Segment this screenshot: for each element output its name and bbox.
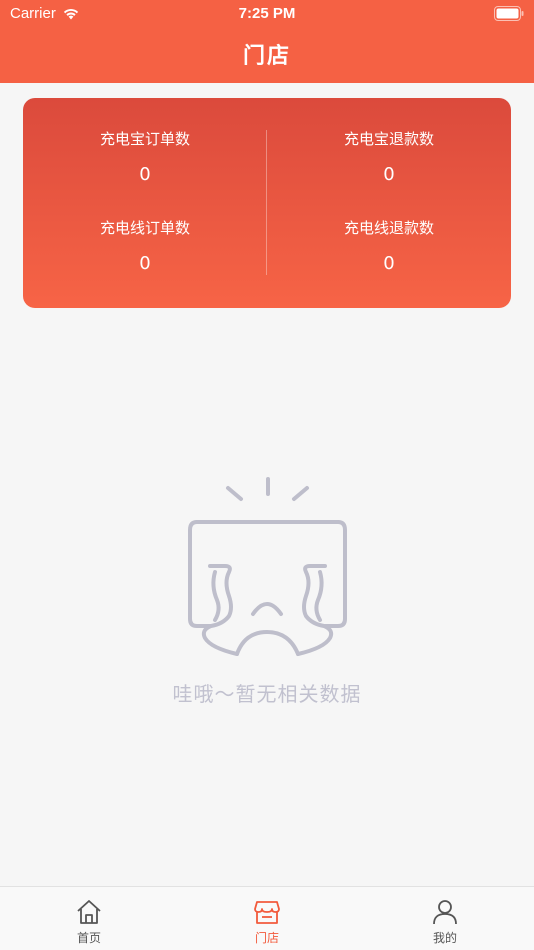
- tab-bar: 首页 门店 我的: [0, 886, 534, 950]
- stat-value: 0: [139, 164, 151, 185]
- page: Carrier 7:25 PM 门店 充电宝订单数 0 充电宝退款数 0 充电线…: [0, 0, 534, 950]
- stat-label: 充电宝订单数: [99, 130, 190, 148]
- tab-mine[interactable]: 我的: [356, 887, 534, 950]
- user-icon: [433, 900, 457, 925]
- stat-value: 0: [383, 253, 395, 274]
- stat-value: 0: [139, 253, 151, 274]
- stat-cable-orders[interactable]: 充电线订单数 0: [23, 217, 267, 274]
- status-time: 7:25 PM: [238, 5, 296, 22]
- tab-label: 门店: [254, 931, 279, 945]
- stat-powerbank-refunds[interactable]: 充电宝退款数 0: [267, 128, 511, 185]
- stat-label: 充电宝退款数: [343, 130, 434, 148]
- tab-store[interactable]: 门店: [178, 887, 356, 950]
- home-icon: [77, 900, 101, 924]
- tab-home[interactable]: 首页: [0, 887, 178, 950]
- stat-label: 充电线退款数: [343, 219, 434, 237]
- tab-label: 我的: [432, 931, 457, 945]
- store-icon: [254, 901, 280, 924]
- stat-cable-refunds[interactable]: 充电线退款数 0: [267, 217, 511, 274]
- status-bar: Carrier 7:25 PM: [0, 0, 534, 28]
- stat-powerbank-orders[interactable]: 充电宝订单数 0: [23, 128, 267, 185]
- card-divider: [266, 130, 267, 275]
- stat-label: 充电线订单数: [99, 219, 190, 237]
- battery-icon: [494, 6, 524, 21]
- header: Carrier 7:25 PM 门店: [0, 0, 534, 83]
- tab-label: 首页: [76, 931, 101, 945]
- empty-message: 哇哦～暂无相关数据: [172, 682, 362, 706]
- page-title: 门店: [242, 44, 291, 69]
- stats-card: 充电宝订单数 0 充电宝退款数 0 充电线订单数 0 充电线退款数 0: [23, 98, 511, 308]
- stat-value: 0: [383, 164, 395, 185]
- crying-box-icon: [188, 477, 347, 656]
